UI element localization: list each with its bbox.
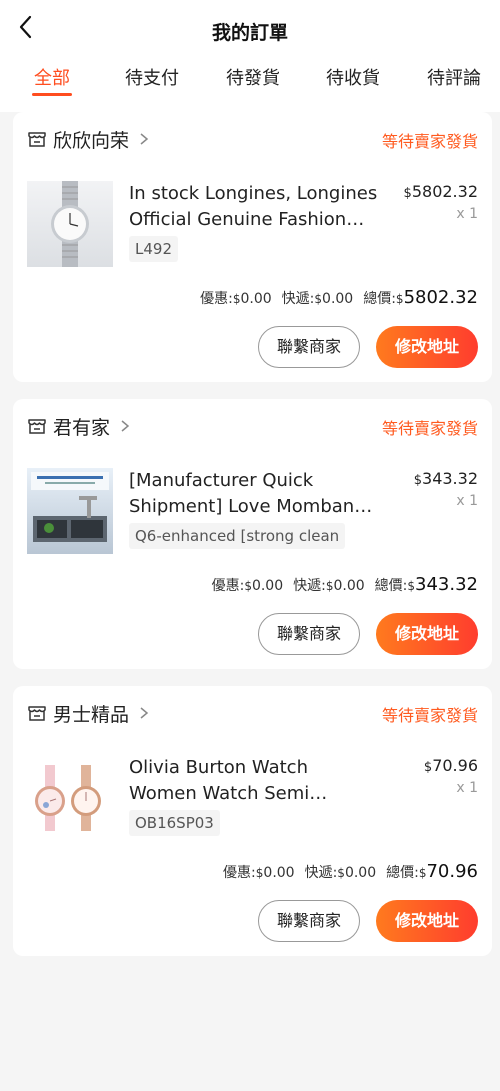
product-thumbnail[interactable] bbox=[27, 755, 113, 841]
contact-seller-button[interactable]: 聯繫商家 bbox=[258, 613, 360, 655]
total-label: 總價: bbox=[386, 865, 419, 881]
currency-symbol: $ bbox=[403, 186, 412, 201]
order-status: 等待賣家發貨 bbox=[381, 132, 478, 151]
shop-link[interactable]: 君有家 bbox=[27, 413, 132, 439]
store-icon bbox=[28, 132, 46, 147]
modify-address-button[interactable]: 修改地址 bbox=[376, 613, 478, 655]
product-title[interactable]: Olivia Burton Watch Women Watch Semi Pre… bbox=[129, 755, 379, 807]
chevron-right-icon bbox=[140, 133, 149, 145]
discount-label: 優惠: bbox=[200, 291, 233, 307]
tab-pending-payment[interactable]: 待支付 bbox=[125, 64, 179, 90]
chevron-right-icon bbox=[140, 707, 149, 719]
quantity: x 1 bbox=[456, 493, 478, 509]
total-label: 總價: bbox=[374, 578, 408, 594]
product-sku: OB16SP03 bbox=[129, 810, 220, 836]
order-summary: 優惠:$0.00 快遞:$0.00 總價:$5802.32 bbox=[200, 287, 478, 308]
contact-seller-button[interactable]: 聯繫商家 bbox=[258, 900, 360, 942]
watch-image-icon bbox=[51, 181, 89, 267]
unit-price: $343.32 bbox=[414, 469, 478, 488]
discount-value: 0.00 bbox=[240, 291, 272, 307]
quantity: x 1 bbox=[456, 206, 478, 222]
shop-name: 君有家 bbox=[53, 416, 111, 439]
order-summary: 優惠:$0.00 快遞:$0.00 總價:$70.96 bbox=[223, 861, 478, 882]
app-header: 我的訂單 全部 待支付 待發貨 待收貨 待評論 bbox=[0, 0, 500, 112]
shipping-label: 快遞: bbox=[304, 865, 338, 881]
shipping-label: 快遞: bbox=[281, 291, 315, 307]
currency-symbol: $ bbox=[423, 760, 433, 775]
shipping-value: 0.00 bbox=[322, 291, 354, 307]
shipping-label: 快遞: bbox=[293, 578, 326, 594]
product-sku: Q6-enhanced [strong clean bbox=[129, 523, 346, 549]
store-icon bbox=[28, 706, 46, 721]
order-card: 男士精品 等待賣家發貨 Olivia Burton Watch Women Wa… bbox=[13, 686, 492, 956]
total-value: 343.32 bbox=[415, 574, 478, 595]
total-label: 總價: bbox=[363, 291, 396, 307]
modify-address-button[interactable]: 修改地址 bbox=[376, 326, 478, 368]
shop-name: 欣欣向荣 bbox=[53, 129, 130, 152]
price-value: 70.96 bbox=[432, 756, 478, 775]
order-tabs: 全部 待支付 待發貨 待收貨 待評論 bbox=[0, 64, 500, 98]
order-card: 君有家 等待賣家發貨 [Manufacturer Quick Shipment]… bbox=[13, 399, 492, 669]
discount-label: 優惠: bbox=[211, 578, 245, 594]
currency-symbol: $ bbox=[413, 473, 423, 488]
quantity: x 1 bbox=[456, 780, 478, 796]
shop-link[interactable]: 男士精品 bbox=[27, 700, 151, 726]
discount-value: 0.00 bbox=[263, 865, 295, 881]
tab-pending-shipment[interactable]: 待發貨 bbox=[226, 64, 280, 90]
product-title[interactable]: In stock Longines, Longines Official Gen… bbox=[129, 181, 379, 233]
product-title[interactable]: [Manufacturer Quick Shipment] Love Momba… bbox=[129, 468, 379, 520]
shop-name: 男士精品 bbox=[53, 703, 130, 726]
shop-link[interactable]: 欣欣向荣 bbox=[27, 126, 151, 152]
discount-value: 0.00 bbox=[251, 578, 284, 594]
order-status: 等待賣家發貨 bbox=[381, 706, 478, 725]
price-value: 343.32 bbox=[422, 469, 478, 488]
order-card: 欣欣向荣 等待賣家發貨 In stock Longines, Longines … bbox=[13, 112, 492, 382]
product-thumbnail[interactable] bbox=[27, 468, 113, 554]
shipping-value: 0.00 bbox=[344, 865, 377, 881]
tab-all[interactable]: 全部 bbox=[34, 64, 70, 90]
product-thumbnail[interactable] bbox=[27, 181, 113, 267]
sink-image-icon bbox=[31, 472, 109, 542]
contact-seller-button[interactable]: 聯繫商家 bbox=[258, 326, 360, 368]
active-tab-indicator bbox=[32, 93, 72, 96]
tab-pending-receipt[interactable]: 待收貨 bbox=[326, 64, 380, 90]
store-icon bbox=[28, 419, 46, 434]
shipping-value: 0.00 bbox=[333, 578, 365, 594]
discount-label: 優惠: bbox=[223, 865, 256, 881]
order-status: 等待賣家發貨 bbox=[381, 419, 478, 438]
tab-pending-review[interactable]: 待評論 bbox=[427, 64, 481, 90]
modify-address-button[interactable]: 修改地址 bbox=[376, 900, 478, 942]
unit-price: $5802.32 bbox=[404, 182, 478, 201]
chevron-right-icon bbox=[121, 420, 130, 432]
order-summary: 優惠:$0.00 快遞:$0.00 總價:$343.32 bbox=[211, 574, 478, 595]
total-value: 5802.32 bbox=[403, 287, 478, 308]
watches-image-icon bbox=[35, 765, 101, 831]
price-value: 5802.32 bbox=[411, 182, 478, 201]
total-value: 70.96 bbox=[426, 861, 478, 882]
page-title: 我的訂單 bbox=[211, 22, 288, 44]
unit-price: $70.96 bbox=[424, 756, 478, 775]
product-sku: L492 bbox=[129, 236, 178, 262]
